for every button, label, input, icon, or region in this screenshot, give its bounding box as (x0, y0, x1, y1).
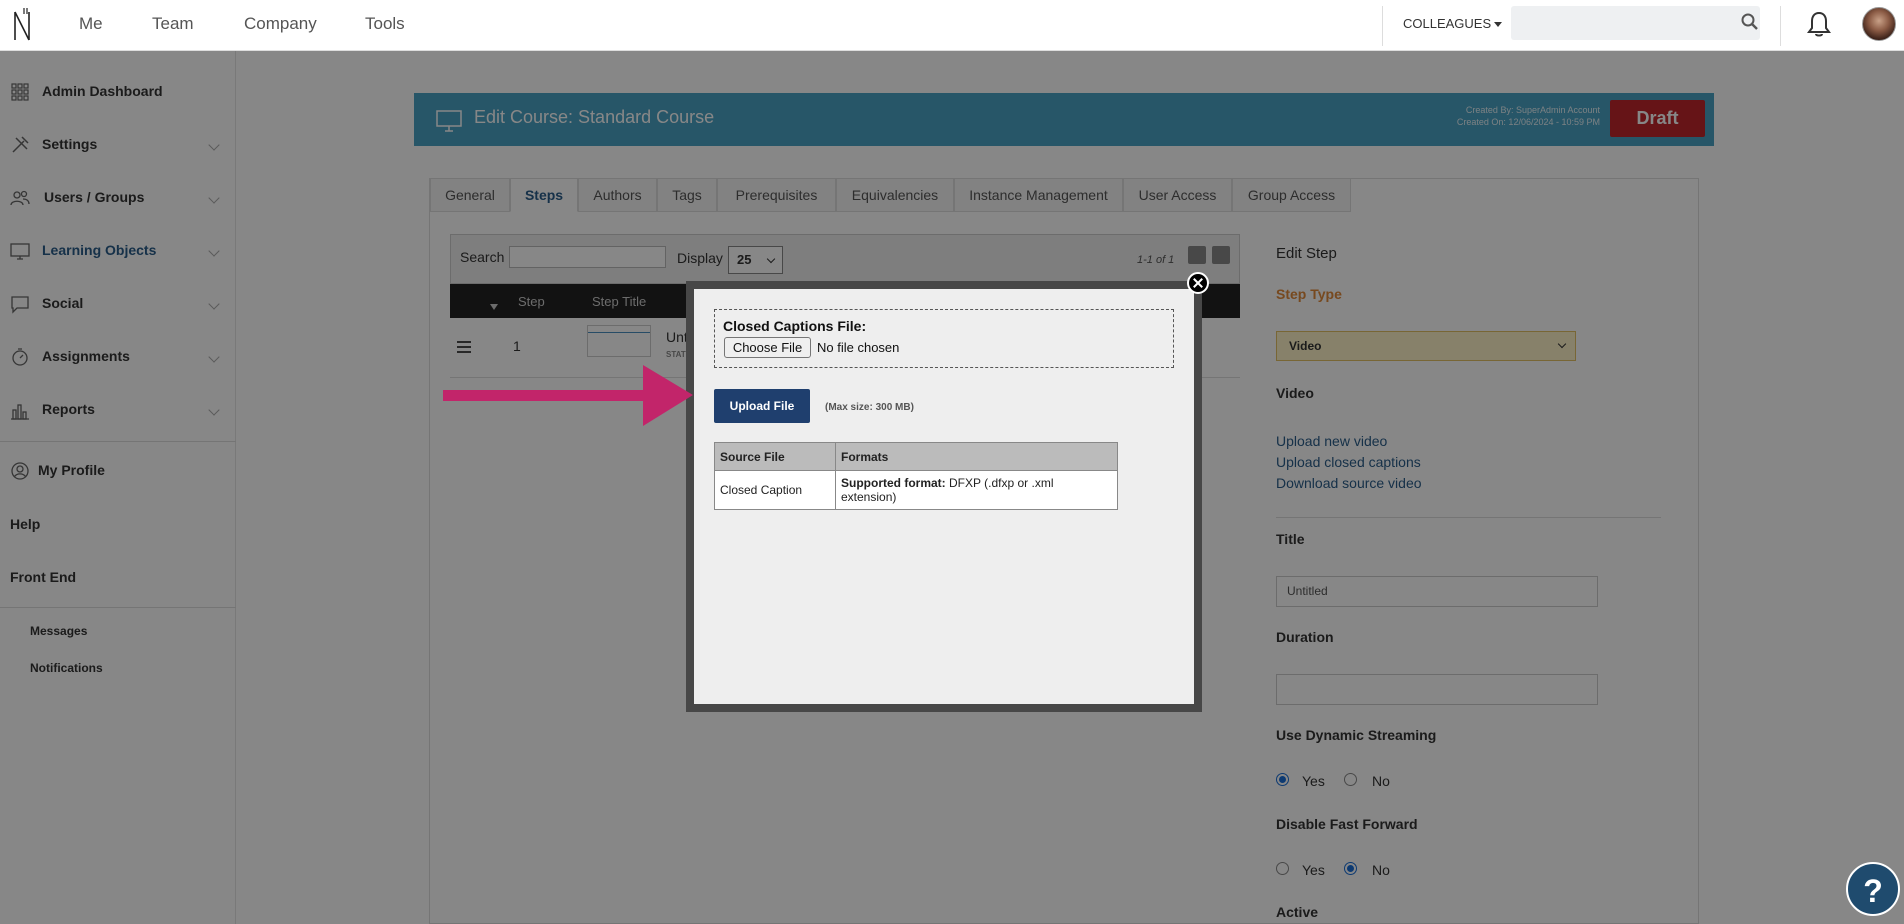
nav-company[interactable]: Company (244, 14, 317, 34)
upload-file-button[interactable]: Upload File (714, 389, 810, 423)
modal-body: Closed Captions File: Choose File No fil… (694, 289, 1194, 704)
choose-file-button[interactable]: Choose File (724, 337, 811, 358)
column-source-file: Source File (714, 442, 836, 471)
formats-cell: Supported format: DFXP (.dfxp or .xml ex… (835, 470, 1118, 510)
nav-me[interactable]: Me (79, 14, 103, 34)
top-navbar: Me Team Company Tools COLLEAGUES (0, 0, 1904, 51)
pointer-arrow-icon (443, 365, 693, 426)
table-row: Closed Caption Supported format: DFXP (.… (714, 470, 1118, 510)
close-icon[interactable] (1187, 272, 1209, 294)
user-avatar[interactable] (1862, 7, 1896, 41)
closed-captions-file-box: Closed Captions File: Choose File No fil… (714, 309, 1174, 368)
supported-format-label: Supported format: (841, 476, 946, 490)
search-icon[interactable] (1741, 13, 1759, 31)
upload-captions-modal: Closed Captions File: Choose File No fil… (686, 281, 1202, 712)
logo-icon[interactable] (12, 6, 34, 44)
global-search-input[interactable] (1511, 6, 1760, 40)
colleagues-label: COLLEAGUES (1403, 16, 1492, 31)
source-file-cell: Closed Caption (714, 470, 836, 510)
colleagues-dropdown[interactable]: COLLEAGUES (1403, 16, 1503, 31)
closed-captions-label: Closed Captions File: (723, 318, 867, 334)
divider (1382, 6, 1383, 46)
max-size-note: (Max size: 300 MB) (825, 402, 914, 413)
formats-table: Source File Formats Closed Caption Suppo… (714, 442, 1118, 510)
file-status-text: No file chosen (817, 340, 900, 355)
nav-team[interactable]: Team (152, 14, 194, 34)
nav-tools[interactable]: Tools (365, 14, 405, 34)
column-formats: Formats (835, 442, 1118, 471)
divider (1780, 6, 1781, 46)
bell-icon[interactable] (1806, 10, 1832, 38)
help-button[interactable]: ? (1846, 862, 1900, 916)
caret-down-icon (1494, 22, 1503, 28)
